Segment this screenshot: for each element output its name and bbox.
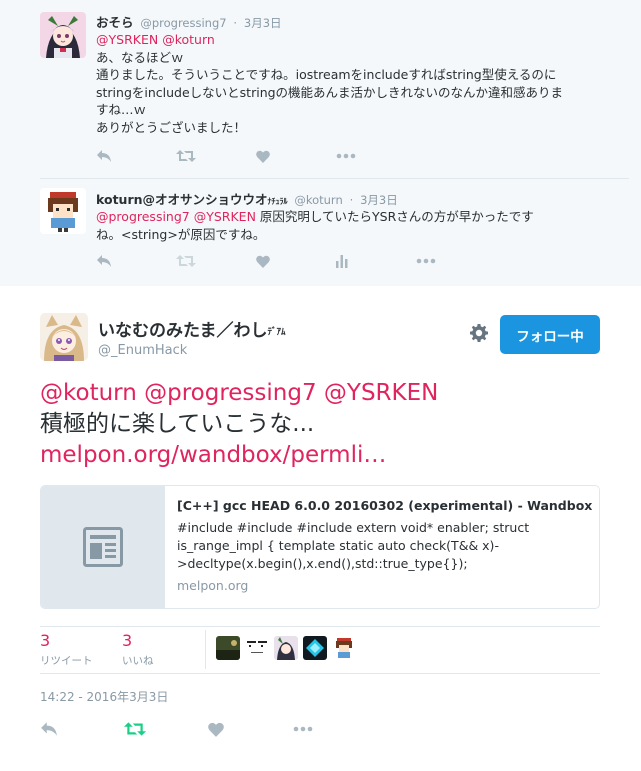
divider: [40, 626, 600, 627]
author-handle[interactable]: @koturn: [294, 193, 342, 207]
gear-icon[interactable]: [470, 324, 488, 342]
like-stat[interactable]: 3 いいね: [122, 631, 154, 668]
reply-icon: [41, 722, 57, 736]
card-description: #include #include #include extern void* …: [177, 520, 530, 571]
permalink-tweet: いなむのみたま／わしﾃﾞｱﾑ @_EnumHack フォロー中 @koturn …: [0, 286, 641, 771]
retweet-button[interactable]: [176, 253, 256, 269]
reply-icon: [97, 255, 111, 267]
author-name[interactable]: いなむのみたま／わしﾃﾞｱﾑ: [98, 316, 286, 341]
reply-tweet-2[interactable]: koturn@オオサンショウウオﾅﾁｭﾗﾙ @koturn · 3月3日 @pr…: [0, 178, 641, 286]
reply-button[interactable]: [96, 148, 176, 164]
more-icon: [416, 258, 436, 264]
text-line: 通りました。そういうことですね。iostreamをincludeすればstrin…: [96, 67, 557, 82]
like-icon: [256, 150, 270, 163]
avatar[interactable]: [332, 636, 356, 660]
analytics-icon: [336, 254, 348, 268]
divider: [205, 630, 206, 669]
retweet-icon: [124, 722, 146, 736]
tweet-text: @progressing7 @YSRKEN 原因究明していたらYSRさんの方が早…: [96, 208, 616, 243]
reply-tweet-1[interactable]: おそら @progressing7 · 3月3日 @YSRKEN @koturn…: [0, 0, 641, 178]
divider: [40, 673, 600, 674]
dot-separator: ·: [233, 16, 238, 30]
text-line: あ、なるほどｗ: [96, 49, 184, 65]
card-title: [C++] gcc HEAD 6.0.0 20160302 (experimen…: [177, 498, 593, 513]
avatar[interactable]: [245, 636, 269, 660]
avatar[interactable]: [303, 636, 327, 660]
author-handle[interactable]: @_EnumHack: [98, 343, 187, 358]
more-button[interactable]: [292, 720, 376, 738]
author-name[interactable]: おそら: [96, 15, 134, 30]
retweet-label: リツイート: [40, 655, 93, 667]
conversation-replies: おそら @progressing7 · 3月3日 @YSRKEN @koturn…: [0, 0, 641, 286]
url-link[interactable]: melpon.org/wandbox/permli…: [40, 440, 600, 471]
reply-button[interactable]: [40, 720, 124, 738]
more-button[interactable]: [416, 253, 496, 269]
more-button[interactable]: [336, 148, 416, 164]
tweet-date[interactable]: 3月3日: [244, 16, 282, 30]
mention-link[interactable]: @koturn: [162, 32, 215, 47]
link-card[interactable]: [C++] gcc HEAD 6.0.0 20160302 (experimen…: [40, 485, 600, 609]
retweet-button[interactable]: [124, 720, 208, 738]
like-button[interactable]: [256, 148, 336, 164]
card-thumbnail: [41, 486, 165, 608]
retweet-button[interactable]: [176, 148, 256, 164]
author-name-suffix: ﾃﾞｱﾑ: [267, 327, 286, 338]
more-icon: [293, 726, 313, 732]
text-line: 積極的に楽していこうな...: [40, 411, 315, 437]
avatar[interactable]: [40, 188, 86, 234]
like-icon: [256, 255, 270, 268]
article-icon: [83, 527, 123, 567]
text-line: ありがとうございました！: [96, 119, 247, 135]
reply-header: おそら @progressing7 · 3月3日: [96, 12, 282, 31]
following-button[interactable]: フォロー中: [500, 315, 600, 354]
avatar[interactable]: [216, 636, 240, 660]
analytics-button[interactable]: [336, 253, 416, 269]
card-domain: melpon.org: [177, 578, 249, 593]
tweet-date[interactable]: 3月3日: [360, 193, 398, 207]
mention-link[interactable]: @progressing7: [96, 209, 190, 224]
author-name-suffix: ﾅﾁｭﾗﾙ: [267, 197, 288, 206]
author-handle[interactable]: @progressing7: [140, 16, 226, 30]
tweet-actions: [96, 148, 416, 164]
avatar[interactable]: [40, 313, 88, 361]
tweet-timestamp: 14:22 - 2016年3月3日: [40, 690, 169, 704]
liker-avatars: [216, 636, 361, 660]
text-line: stringをincludeしないとstringの機能あんま活かしきれないのなん…: [96, 84, 564, 100]
mention-links[interactable]: @koturn @progressing7 @YSRKEN: [40, 378, 600, 409]
tweet-actions: [96, 253, 496, 269]
retweet-icon: [176, 150, 196, 162]
retweet-icon: [176, 255, 196, 267]
avatar[interactable]: [40, 12, 86, 58]
reply-header: koturn@オオサンショウウオﾅﾁｭﾗﾙ @koturn · 3月3日: [96, 189, 398, 208]
tweet-text: @koturn @progressing7 @YSRKEN 積極的に楽していこう…: [40, 378, 600, 471]
like-label: いいね: [122, 655, 154, 667]
retweet-stat[interactable]: 3 リツイート: [40, 631, 93, 668]
author-name[interactable]: koturn@オオサンショウウオﾅﾁｭﾗﾙ: [96, 192, 288, 207]
mention-link[interactable]: @YSRKEN: [194, 209, 256, 224]
retweet-count: 3: [40, 631, 51, 650]
reply-button[interactable]: [96, 253, 176, 269]
text-segment: 原因究明していたらYSRさんの方が早かったです: [259, 209, 534, 224]
like-icon: [208, 722, 224, 737]
dot-separator: ·: [349, 193, 354, 207]
more-icon: [336, 153, 356, 159]
text-line: ね。<string>が原因ですね。: [96, 226, 266, 242]
tweet-text: @YSRKEN @koturn あ、なるほどｗ 通りました。そういうことですね。…: [96, 31, 616, 136]
like-button[interactable]: [208, 720, 292, 738]
like-button[interactable]: [256, 253, 336, 269]
reply-icon: [97, 150, 111, 162]
tweet-actions: [40, 720, 376, 738]
avatar[interactable]: [274, 636, 298, 660]
like-count: 3: [122, 631, 133, 650]
text-line: すね…ｗ: [96, 102, 147, 117]
mention-link[interactable]: @YSRKEN: [96, 32, 158, 47]
